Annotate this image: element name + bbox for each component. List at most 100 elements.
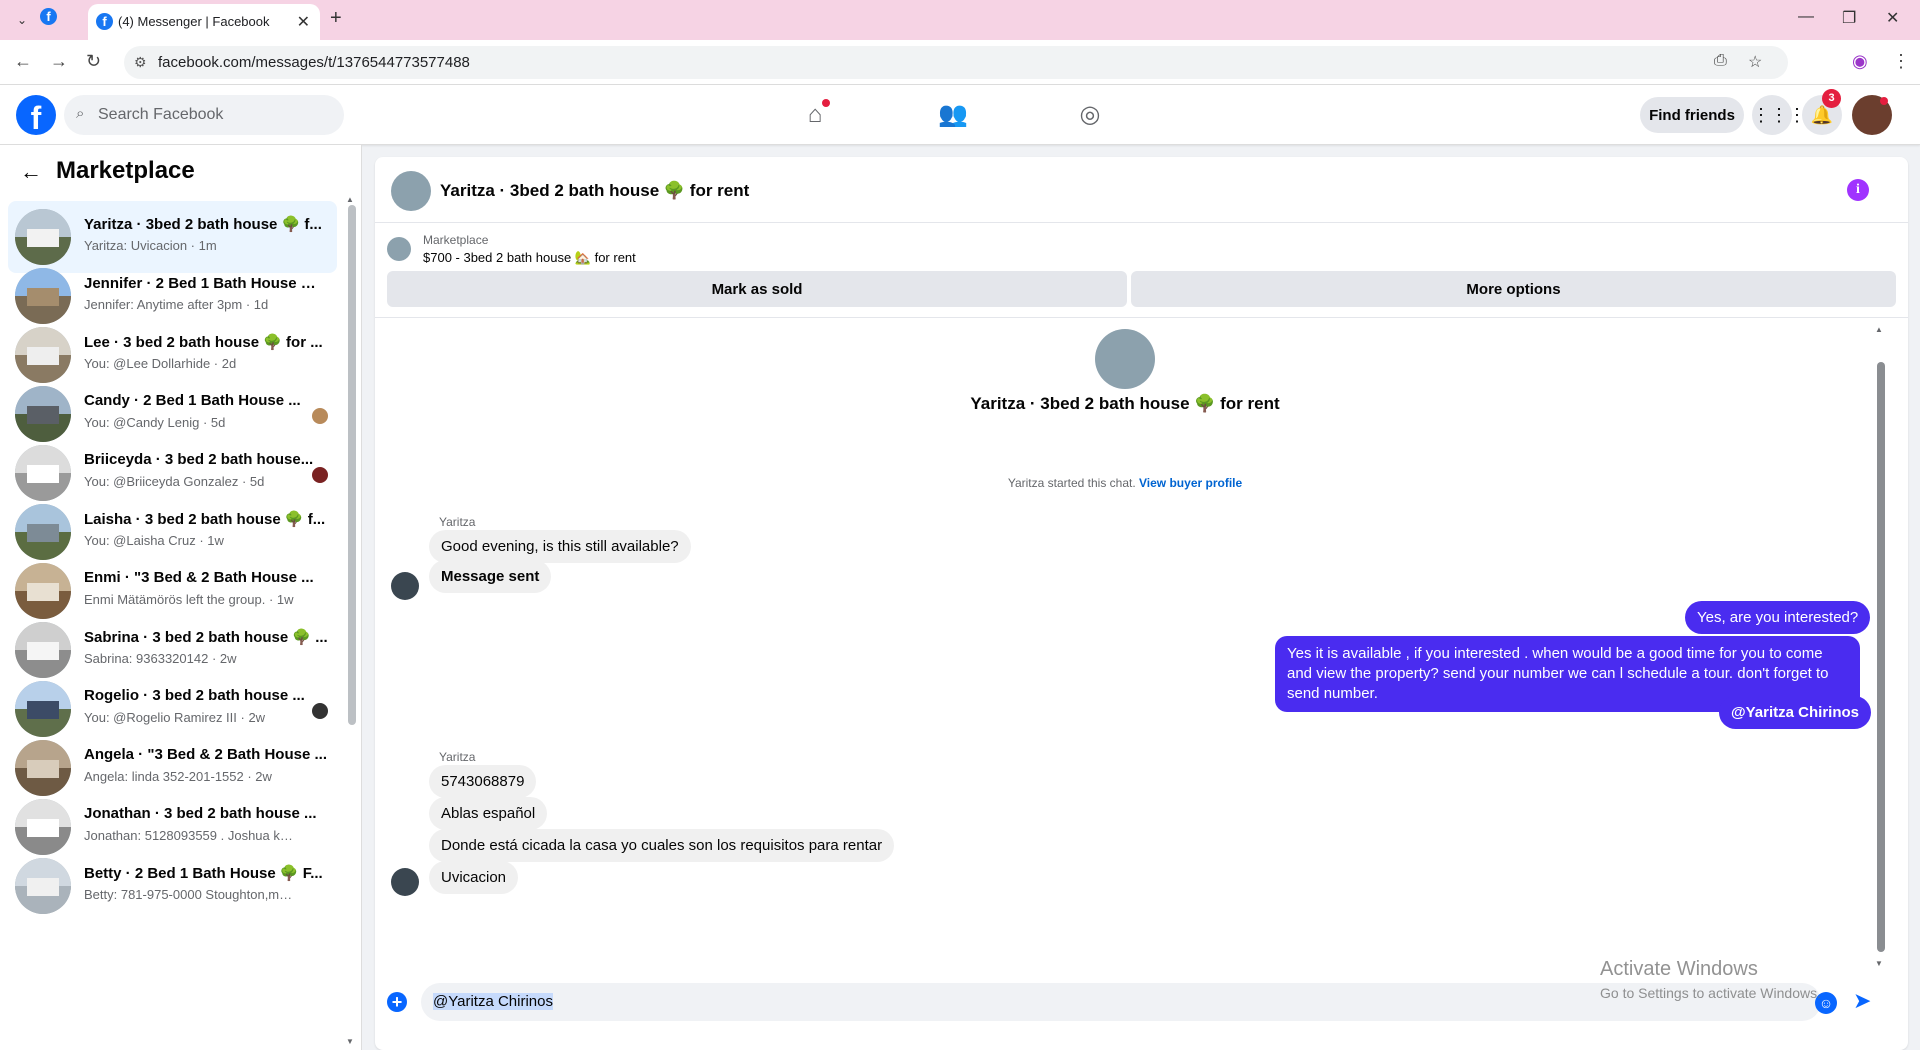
sender-name: Yaritza: [439, 750, 476, 764]
listing-thumbnail: [15, 740, 71, 796]
sidebar-scrollbar[interactable]: [348, 205, 356, 725]
chat-panel: Yaritza · 3bed 2 bath house 🌳 for rent i…: [375, 157, 1908, 1050]
send-icon[interactable]: ➤: [1853, 988, 1871, 1014]
conversation-name: Rogelio · 3 bed 2 bath house ...: [84, 687, 305, 704]
search-input[interactable]: [98, 95, 338, 135]
find-friends-button[interactable]: Find friends: [1640, 97, 1744, 133]
message-bubble[interactable]: Donde está cicada la casa yo cuales son …: [429, 829, 895, 862]
conversation-preview: Betty: 781-975-0000 Stoughton,ma · 2w: [84, 887, 294, 902]
chat-start-notice: Yaritza started this chat. View buyer pr…: [375, 476, 1875, 490]
conversation-preview: Sabrina: 9363320142 · 2w: [84, 651, 237, 666]
plus-icon[interactable]: +: [387, 992, 407, 1012]
info-icon[interactable]: i: [1847, 179, 1869, 201]
thread-title: Yaritza · 3bed 2 bath house 🌳 for rent: [970, 394, 1280, 413]
back-icon[interactable]: ←: [20, 159, 42, 185]
conversation-name: Angela · "3 Bed & 2 Bath House ...: [84, 746, 327, 763]
browser-address-bar: ← → ↻ ⚙ facebook.com/messages/t/13765447…: [0, 40, 1920, 85]
windows-activation-watermark: Activate Windows Go to Settings to activ…: [1600, 958, 1821, 1001]
conversation-item[interactable]: Betty · 2 Bed 1 Bath House 🌳 F... Betty: …: [8, 850, 337, 922]
marketplace-listing-bar: Marketplace $700 - 3bed 2 bath house 🏡 f…: [375, 223, 1908, 318]
tab-title: (4) Messenger | Facebook: [118, 14, 270, 29]
listing-thumbnail: [15, 858, 71, 914]
conversation-preview: You: @Rogelio Ramirez III · 2w: [84, 710, 266, 725]
listing-thumbnail: [15, 681, 71, 737]
apps-grid-icon[interactable]: ⋮⋮⋮: [1752, 95, 1806, 135]
listing-thumbnail[interactable]: [387, 237, 411, 261]
message-input-text[interactable]: @Yaritza Chirinos: [433, 993, 553, 1010]
scroll-down-icon[interactable]: ▼: [346, 1037, 354, 1046]
scroll-up-icon[interactable]: ▲: [1875, 325, 1883, 334]
forward-icon[interactable]: →: [50, 51, 68, 72]
sender-name: Yaritza: [439, 515, 476, 529]
message-bubble[interactable]: 5743068879: [429, 765, 537, 798]
avatar[interactable]: [391, 572, 419, 600]
friends-icon[interactable]: 👥: [933, 95, 973, 135]
install-icon[interactable]: ⎙: [1714, 52, 1727, 70]
conversation-preview: You: @Laisha Cruz · 1w: [84, 533, 224, 548]
listing-avatar[interactable]: [391, 171, 431, 211]
url-text[interactable]: facebook.com/messages/t/1376544773577488: [158, 54, 470, 71]
conversation-preview: You: @Candy Lenig · 5d: [84, 415, 226, 430]
url-field[interactable]: ⚙ facebook.com/messages/t/13765447735774…: [124, 46, 1788, 79]
search-box[interactable]: ⌕: [64, 95, 344, 135]
conversation-name: Briiceyda · 3 bed 2 bath house...: [84, 451, 314, 468]
facebook-icon: f: [96, 13, 113, 30]
message-thread: Yaritza · 3bed 2 bath house 🌳 for rent Y…: [375, 318, 1908, 970]
facebook-icon[interactable]: f: [16, 95, 56, 136]
message-bubble[interactable]: Message sent: [429, 560, 552, 593]
listing-avatar-large[interactable]: [1095, 329, 1155, 389]
listing-thumbnail: [15, 504, 71, 560]
message-bubble[interactable]: Good evening, is this still available?: [429, 530, 691, 563]
chat-title[interactable]: Yaritza · 3bed 2 bath house 🌳 for rent: [440, 181, 749, 201]
seen-avatar: [312, 703, 328, 719]
watermark-line-2: Go to Settings to activate Windows.: [1600, 985, 1821, 1001]
plus-icon[interactable]: +: [330, 7, 342, 30]
conversation-preview: You: @Briiceyda Gonzalez · 5d: [84, 474, 265, 489]
minimize-icon[interactable]: ―: [1798, 8, 1814, 26]
conversation-sidebar: ← Marketplace Yaritza · 3bed 2 bath hous…: [0, 145, 362, 1050]
mark-as-sold-button[interactable]: Mark as sold: [387, 271, 1127, 307]
conversation-preview: Angela: linda 352-201-1552 · 2w: [84, 769, 272, 784]
conversation-name: Enmi · "3 Bed & 2 Bath House ...: [84, 569, 314, 586]
listing-thumbnail: [15, 386, 71, 442]
conversation-preview: You: @Lee Dollarhide · 2d: [84, 356, 237, 371]
message-bubble-outgoing[interactable]: Yes, are you interested?: [1685, 601, 1871, 634]
facebook-icon[interactable]: f: [40, 8, 57, 25]
chevron-down-icon[interactable]: ⌄: [12, 10, 32, 30]
listing-thumbnail: [15, 563, 71, 619]
restore-icon[interactable]: ❐: [1842, 8, 1856, 28]
watermark-line-1: Activate Windows: [1600, 958, 1758, 980]
site-info-icon[interactable]: ⚙: [134, 54, 147, 71]
scroll-down-icon[interactable]: ▼: [1875, 959, 1883, 968]
home-notification-dot: [822, 99, 830, 107]
message-bubble-outgoing[interactable]: @Yaritza Chirinos: [1719, 696, 1871, 729]
browser-tab-strip: ⌄ f f (4) Messenger | Facebook ✕ + ― ❐ ✕: [0, 0, 1920, 40]
more-options-button[interactable]: More options: [1131, 271, 1896, 307]
seen-avatar: [312, 467, 328, 483]
notification-badge: 3: [1822, 89, 1841, 108]
message-bubble[interactable]: Uvicacion: [429, 861, 519, 894]
close-window-icon[interactable]: ✕: [1886, 8, 1899, 28]
message-bubble[interactable]: Ablas español: [429, 797, 548, 830]
listing-price[interactable]: $700 - 3bed 2 bath house 🏡 for rent: [423, 250, 636, 266]
scroll-up-icon[interactable]: ▲: [346, 195, 354, 204]
conversation-name: Yaritza · 3bed 2 bath house 🌳 f...: [84, 216, 322, 233]
profile-notification-dot: [1880, 97, 1888, 105]
star-icon[interactable]: ☆: [1748, 52, 1762, 72]
reload-icon[interactable]: ↻: [86, 51, 101, 72]
view-buyer-profile-link[interactable]: View buyer profile: [1139, 476, 1242, 490]
menu-icon[interactable]: ⋮: [1892, 51, 1910, 72]
conversation-preview: Yaritza: Uvicacion · 1m: [84, 238, 217, 253]
thread-scrollbar[interactable]: [1877, 362, 1885, 952]
profile-icon[interactable]: ◉: [1852, 51, 1868, 72]
avatar[interactable]: [391, 868, 419, 896]
close-icon[interactable]: ✕: [297, 12, 310, 32]
conversation-name: Sabrina · 3 bed 2 bath house 🌳 ...: [84, 629, 328, 646]
conversation-name: Jonathan · 3 bed 2 bath house ...: [84, 805, 317, 822]
browser-tab-active[interactable]: f (4) Messenger | Facebook ✕: [88, 4, 320, 40]
groups-icon[interactable]: ◎: [1070, 95, 1110, 135]
back-icon[interactable]: ←: [14, 51, 32, 72]
facebook-header: f ⌕ ⌂ 👥 ◎ Find friends ⋮⋮⋮ 🔔 3: [0, 85, 1920, 145]
listing-thumbnail: [15, 268, 71, 324]
conversation-name: Jennifer · 2 Bed 1 Bath House 🌳 ...: [84, 275, 329, 292]
